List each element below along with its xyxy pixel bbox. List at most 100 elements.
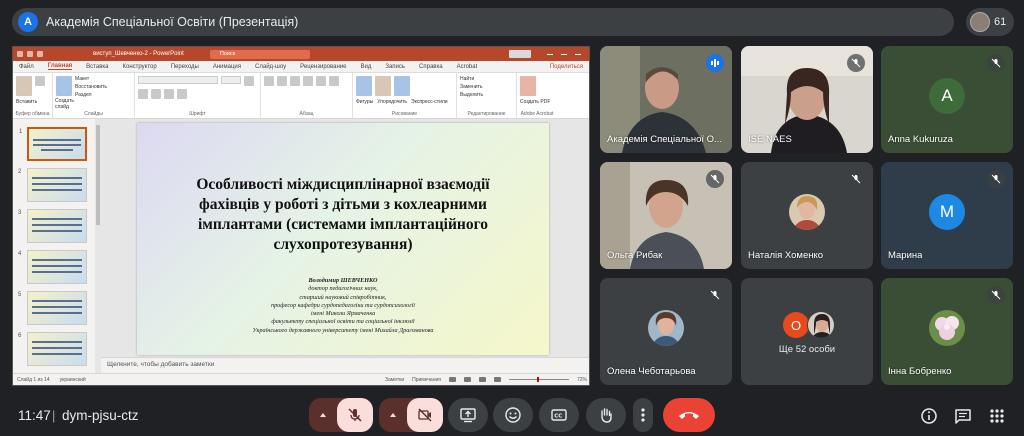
slide-thumbnail: 4: [18, 250, 87, 284]
font-color-icon: [177, 89, 187, 99]
slide-number: 1: [19, 129, 23, 135]
language-indicator: украинский: [59, 376, 86, 383]
participant-tile[interactable]: M Марина: [881, 162, 1013, 269]
ribbon-group-slides: Макет Восстановить Раздел Создать слайд …: [53, 73, 135, 118]
tab-insert: Вставка: [86, 63, 109, 70]
reactions-button[interactable]: [493, 398, 533, 432]
tab-record: Запись: [385, 63, 406, 70]
more-participants-tile[interactable]: O Ще 52 особи: [741, 278, 873, 385]
camera-toggle-button[interactable]: [407, 398, 443, 432]
activities-button[interactable]: [986, 405, 1008, 427]
ppt-file-name: виступ_Шевченко-2 - PowerPoint: [93, 51, 184, 57]
slide-thumbnail: 3: [18, 209, 87, 243]
slide-number: 6: [18, 333, 22, 339]
quick-styles-label: Экспресс-стили: [411, 99, 448, 105]
group-label-editing: Редактирование: [467, 111, 506, 117]
participant-photo: [648, 309, 684, 346]
new-slide-label: Создать слайд: [55, 98, 75, 110]
new-slide-icon: [56, 76, 72, 96]
ppt-workspace: 1 2 3 4 5 6 Особливості міждисциплінарно…: [13, 119, 589, 375]
slide-scrollbar: [583, 119, 589, 357]
ppt-login: [509, 50, 531, 58]
participants-button[interactable]: 61: [966, 8, 1014, 36]
slide-thumbnail: 1: [19, 127, 87, 161]
slide-number: 3: [18, 210, 22, 216]
paste-icon: [16, 76, 32, 96]
slide-thumbnails: 1 2 3 4 5 6: [13, 119, 95, 375]
shared-screen-powerpoint: виступ_Шевченко-2 - PowerPoint Поиск Фай…: [12, 46, 590, 386]
slide-title: Особливості міждисциплінарної взаємодії …: [196, 176, 490, 253]
tab-review: Рецензирование: [300, 63, 347, 70]
ribbon-group-font: Шрифт: [135, 73, 261, 118]
participant-name: Ольга Рибак: [607, 250, 663, 261]
group-label-clipboard: Буфер обмена: [15, 111, 50, 117]
chevron-up-icon: [320, 413, 326, 417]
slide-thumbnail: 5: [18, 291, 87, 325]
mic-toggle-button[interactable]: [337, 398, 373, 432]
author-name: Володимир ШЕВЧЕНКО: [308, 277, 378, 284]
participant-tile[interactable]: A Anna Kukuruza: [881, 46, 1013, 153]
meeting-info-button[interactable]: [918, 405, 940, 427]
participant-tile[interactable]: Наталія Хоменко: [741, 162, 873, 269]
mic-off-icon: [706, 170, 724, 188]
underline-icon: [151, 89, 161, 99]
slide-thumbnail: 2: [18, 168, 87, 202]
slide-counter: Слайд 1 из 14: [17, 376, 50, 383]
participant-tile[interactable]: ISE NAES: [741, 46, 873, 153]
current-slide: Особливості міждисциплінарної взаємодії …: [137, 123, 549, 355]
participant-letter-avatar: O: [783, 312, 809, 338]
raise-hand-button[interactable]: [586, 398, 626, 432]
participant-tile[interactable]: Академія Спеціальної О...: [600, 46, 732, 153]
chat-button[interactable]: [952, 405, 974, 427]
strike-icon: [164, 89, 174, 99]
ribbon-group-acrobat: Создать PDF Adobe Acrobat: [517, 73, 557, 118]
group-label-slides: Слайды: [84, 111, 103, 117]
group-label-drawing: Рисование: [391, 111, 418, 117]
mic-off-icon: [847, 54, 865, 72]
author-line: професор кафедри сурдопедагогіки та сурд…: [270, 301, 415, 309]
chat-icon: [955, 409, 971, 424]
participant-tile[interactable]: Інна Бобренко: [881, 278, 1013, 385]
participant-tile[interactable]: Ольга Рибак: [600, 162, 732, 269]
participant-name: Anna Kukuruza: [888, 134, 953, 145]
meeting-title-bar[interactable]: A Академія Спеціальної Освіти (Презентац…: [12, 8, 954, 36]
ppt-ribbon: Вставить Буфер обмена Макет Восстановить…: [13, 73, 589, 119]
cut-icon: [35, 76, 45, 86]
shapes-icon: [356, 76, 372, 96]
ribbon-group-clipboard: Вставить Буфер обмена: [13, 73, 53, 118]
group-label-acrobat: Adobe Acrobat: [520, 111, 554, 117]
apps-grid-icon: [990, 409, 1004, 423]
leave-call-button[interactable]: [663, 398, 715, 432]
captions-button[interactable]: CC: [539, 398, 579, 432]
video-options-button[interactable]: [379, 410, 407, 420]
audio-options-button[interactable]: [309, 410, 337, 420]
camera-off-icon: [418, 408, 432, 422]
participant-tile[interactable]: Олена Чеботарьова: [600, 278, 732, 385]
font-name-box: [138, 76, 218, 84]
present-screen-icon: [460, 408, 476, 423]
ppt-search: Поиск: [209, 49, 310, 59]
mic-off-icon: [987, 170, 1005, 188]
present-screen-button[interactable]: [448, 398, 488, 432]
slide-author-block: Володимир ШЕВЧЕНКО доктор педагогічних н…: [137, 277, 549, 335]
paste-label: Вставить: [16, 99, 38, 105]
slides-options: Макет Восстановить Раздел: [75, 76, 107, 98]
meeting-code[interactable]: dym-pjsu-ctz: [62, 408, 139, 423]
more-options-button[interactable]: [633, 398, 653, 432]
mic-off-icon: [847, 170, 865, 188]
bold-icon: [244, 76, 254, 86]
arrange-icon: [375, 76, 391, 96]
participant-photo: [807, 311, 835, 339]
participant-count: 61: [994, 16, 1007, 28]
participant-name: Наталія Хоменко: [748, 250, 824, 261]
mic-off-icon: [987, 54, 1005, 72]
indent-icon: [290, 76, 300, 86]
end-call-icon: [679, 412, 699, 419]
participant-name: Інна Бобренко: [888, 366, 952, 377]
group-label-font: Шрифт: [189, 111, 206, 117]
tab-home: Главная: [47, 63, 73, 70]
align-right-icon: [329, 76, 339, 86]
svg-text:CC: CC: [554, 414, 562, 420]
slideshow-view-icon: [493, 377, 501, 382]
pdf-icon: [520, 76, 536, 96]
